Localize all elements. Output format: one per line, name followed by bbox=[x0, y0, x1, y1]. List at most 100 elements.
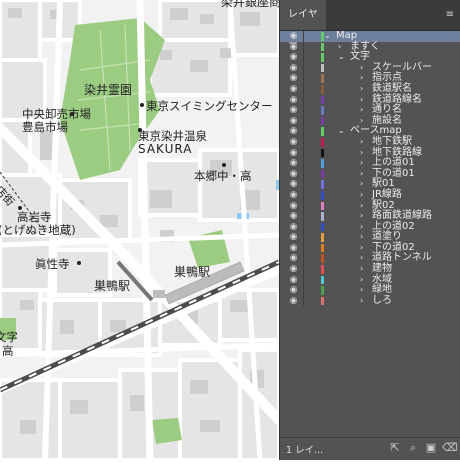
layer-row[interactable]: ◉ › 路面鉄道線路 bbox=[280, 210, 460, 222]
eye-icon[interactable]: ◉ bbox=[287, 84, 300, 95]
lock-column-divider bbox=[303, 115, 304, 127]
eye-icon[interactable]: ◉ bbox=[287, 95, 300, 106]
eye-icon[interactable]: ◉ bbox=[287, 169, 300, 180]
eye-icon[interactable]: ◉ bbox=[287, 158, 300, 169]
lock-column-divider bbox=[303, 295, 304, 307]
chevron-down-icon[interactable]: ⌄ bbox=[324, 31, 331, 42]
eye-icon[interactable]: ◉ bbox=[287, 73, 300, 84]
layer-color-swatch bbox=[321, 95, 324, 105]
layer-row[interactable]: ◉ › 地下鉄路線 bbox=[280, 147, 460, 159]
chevron-down-icon[interactable]: ⌄ bbox=[338, 126, 345, 137]
chevron-right-icon[interactable]: › bbox=[360, 137, 363, 148]
chevron-right-icon[interactable]: › bbox=[360, 63, 363, 74]
layer-row[interactable]: ◉ › スケールバー bbox=[280, 62, 460, 74]
delete-icon[interactable]: ⌫ bbox=[442, 441, 458, 455]
lock-column-divider bbox=[303, 41, 304, 53]
export-icon[interactable]: ⇱ bbox=[388, 441, 402, 455]
layer-row[interactable]: ◉ › 水域 bbox=[280, 274, 460, 286]
lock-column-divider bbox=[303, 126, 304, 137]
lock-column-divider bbox=[303, 31, 304, 42]
panel-tab-bar: レイヤー ≡ bbox=[280, 0, 460, 50]
map-label-street-top: 染井銀座商 bbox=[221, 0, 282, 9]
layer-row[interactable]: ◉ › 駅01 bbox=[280, 179, 460, 190]
eye-icon[interactable]: ◉ bbox=[287, 243, 300, 254]
chevron-down-icon[interactable]: ⌄ bbox=[338, 52, 345, 63]
chevron-right-icon[interactable]: › bbox=[360, 148, 363, 159]
panel-menu-icon[interactable]: ≡ bbox=[446, 9, 454, 20]
layer-row[interactable]: ◉ › 緑地 bbox=[280, 285, 460, 296]
lock-column-divider bbox=[303, 147, 304, 159]
layer-row[interactable]: ◉ › 鉄道路線名 bbox=[280, 94, 460, 106]
chevron-right-icon[interactable]: › bbox=[360, 264, 363, 275]
eye-icon[interactable]: ◉ bbox=[287, 296, 300, 307]
search-icon[interactable]: ⌕ bbox=[406, 441, 420, 455]
chevron-right-icon[interactable]: › bbox=[360, 169, 363, 180]
map-label-takaiwa-2: (とげぬき地蔵) bbox=[0, 223, 76, 237]
chevron-right-icon[interactable]: › bbox=[360, 179, 363, 190]
layer-name: しろ bbox=[372, 294, 392, 306]
eye-icon[interactable]: ◉ bbox=[287, 126, 300, 137]
eye-icon[interactable]: ◉ bbox=[287, 232, 300, 243]
layer-row[interactable]: ◉ › 上の道01 bbox=[280, 158, 460, 169]
layer-row[interactable]: ◉ › しろ bbox=[280, 294, 460, 307]
chevron-right-icon[interactable]: › bbox=[360, 158, 363, 169]
chevron-right-icon[interactable]: › bbox=[338, 42, 341, 53]
eye-icon[interactable]: ◉ bbox=[287, 211, 300, 222]
layer-count-label: 1 レイ... bbox=[286, 445, 324, 456]
eye-icon[interactable]: ◉ bbox=[287, 52, 300, 63]
layer-row[interactable]: ◉ › 鉄道駅名 bbox=[280, 83, 460, 95]
chevron-right-icon[interactable]: › bbox=[360, 105, 363, 116]
layer-row[interactable]: ◉ › 道塗り bbox=[280, 232, 460, 243]
chevron-right-icon[interactable]: › bbox=[360, 73, 363, 84]
layer-row[interactable]: ◉ › 下の道02 bbox=[280, 242, 460, 254]
lock-column-divider bbox=[303, 105, 304, 116]
eye-icon[interactable]: ◉ bbox=[287, 105, 300, 116]
layer-row[interactable]: ◉ › ますく bbox=[280, 41, 460, 53]
layer-row[interactable]: ◉ ⌄ Map bbox=[280, 30, 460, 42]
layer-row[interactable]: ◉ › 駅02 bbox=[280, 200, 460, 212]
chevron-right-icon[interactable]: › bbox=[360, 243, 363, 254]
chevron-right-icon[interactable]: › bbox=[360, 190, 363, 201]
eye-icon[interactable]: ◉ bbox=[287, 148, 300, 159]
eye-icon[interactable]: ◉ bbox=[287, 179, 300, 190]
lock-column-divider bbox=[303, 168, 304, 180]
eye-icon[interactable]: ◉ bbox=[287, 63, 300, 74]
layer-name: 文字 bbox=[350, 51, 370, 63]
eye-icon[interactable]: ◉ bbox=[287, 42, 300, 53]
tab-layers[interactable]: レイヤー bbox=[280, 0, 326, 50]
layer-color-swatch bbox=[321, 254, 324, 264]
new-layer-icon[interactable]: ▣ bbox=[424, 441, 438, 455]
chevron-right-icon[interactable]: › bbox=[360, 211, 363, 222]
eye-icon[interactable]: ◉ bbox=[287, 285, 300, 296]
chevron-right-icon[interactable]: › bbox=[360, 275, 363, 286]
chevron-right-icon[interactable]: › bbox=[360, 232, 363, 243]
eye-icon[interactable]: ◉ bbox=[287, 116, 300, 127]
eye-icon[interactable]: ◉ bbox=[287, 31, 300, 42]
chevron-right-icon[interactable]: › bbox=[360, 201, 363, 212]
eye-icon[interactable]: ◉ bbox=[287, 253, 300, 264]
layer-row[interactable]: ◉ ⌄ ベースmap bbox=[280, 126, 460, 137]
chevron-right-icon[interactable]: › bbox=[360, 222, 363, 233]
eye-icon[interactable]: ◉ bbox=[287, 222, 300, 233]
eye-icon[interactable]: ◉ bbox=[287, 264, 300, 275]
layer-row[interactable]: ◉ › 上の道02 bbox=[280, 221, 460, 233]
lock-column-divider bbox=[303, 200, 304, 212]
layer-row[interactable]: ◉ › 道路トンネル bbox=[280, 253, 460, 265]
eye-icon[interactable]: ◉ bbox=[287, 201, 300, 212]
chevron-right-icon[interactable]: › bbox=[360, 84, 363, 95]
layer-row[interactable]: ◉ ⌄ 文字 bbox=[280, 52, 460, 63]
chevron-right-icon[interactable]: › bbox=[360, 285, 363, 296]
layer-row[interactable]: ◉ › 下の道01 bbox=[280, 168, 460, 180]
layer-row[interactable]: ◉ › 建物 bbox=[280, 263, 460, 275]
eye-icon[interactable]: ◉ bbox=[287, 137, 300, 148]
layer-row[interactable]: ◉ › 地下鉄駅 bbox=[280, 136, 460, 148]
layer-color-swatch bbox=[321, 84, 324, 94]
layer-row[interactable]: ◉ › 指示点 bbox=[280, 73, 460, 84]
eye-icon[interactable]: ◉ bbox=[287, 275, 300, 286]
layer-row[interactable]: ◉ › JR線路 bbox=[280, 189, 460, 201]
chevron-right-icon[interactable]: › bbox=[360, 253, 363, 264]
eye-icon[interactable]: ◉ bbox=[287, 190, 300, 201]
chevron-right-icon[interactable]: › bbox=[360, 296, 363, 307]
layer-row[interactable]: ◉ › 通り名 bbox=[280, 105, 460, 116]
chevron-right-icon[interactable]: › bbox=[360, 95, 363, 106]
